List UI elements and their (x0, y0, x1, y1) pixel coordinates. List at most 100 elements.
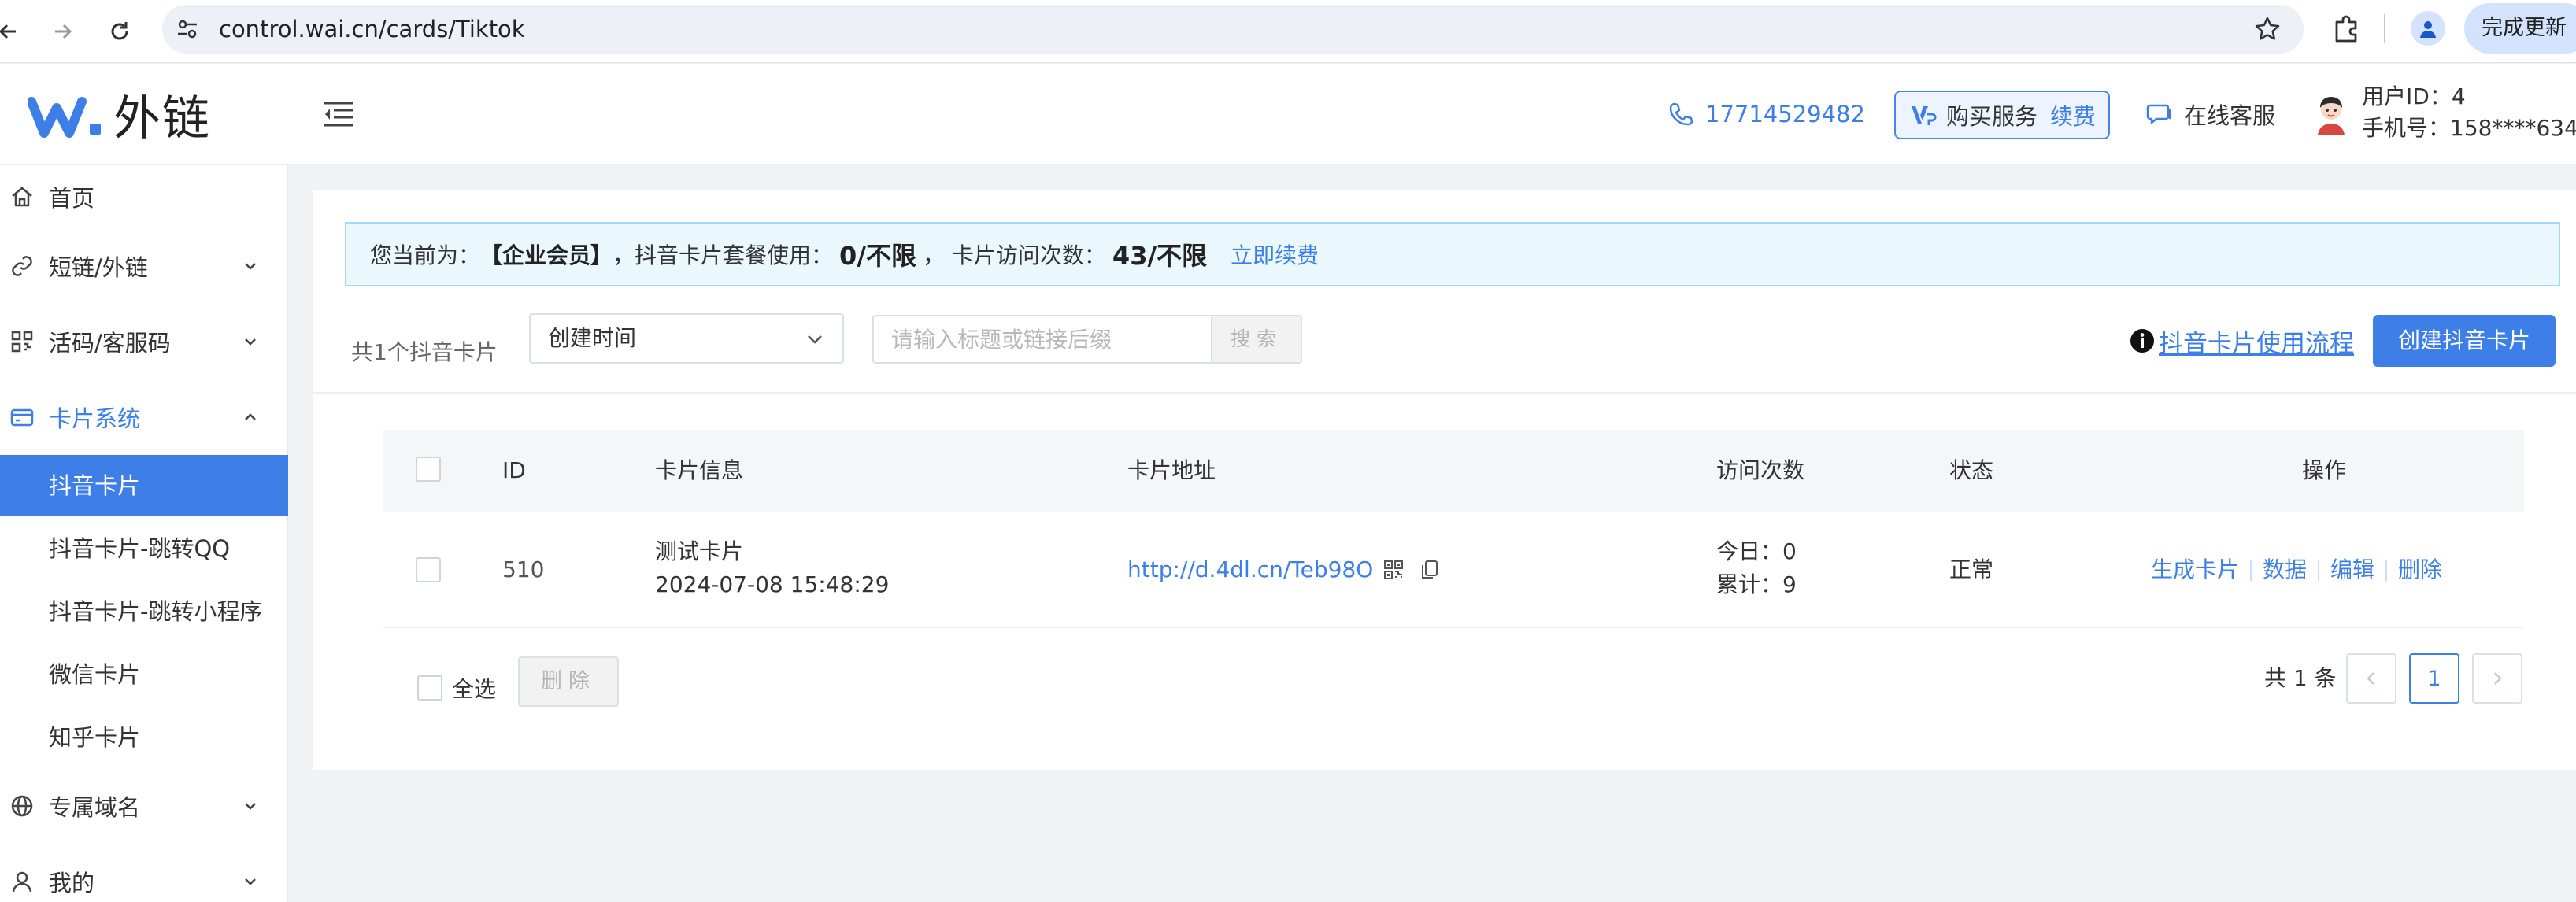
reload-icon (111, 22, 128, 40)
select-all-checkbox[interactable] (417, 675, 442, 701)
col-info: 卡片信息 (655, 457, 744, 483)
logo[interactable]: 外链 (28, 86, 211, 146)
data-link[interactable]: 数据 (2263, 556, 2307, 582)
sidebar-sub-tiktok-miniprogram[interactable]: 抖音卡片-跳转小程序 (0, 581, 288, 642)
generate-card-link[interactable]: 生成卡片 (2151, 556, 2239, 582)
online-service-label: 在线客服 (2184, 102, 2276, 129)
usage-flow-label: 抖音卡片使用流程 (2159, 329, 2354, 358)
next-page-button[interactable] (2472, 653, 2522, 704)
renew-label: 续费 (2050, 103, 2097, 130)
reload-button[interactable] (101, 13, 139, 50)
forward-button[interactable] (44, 13, 82, 50)
sort-select[interactable]: 创建时间 (529, 313, 844, 364)
user-avatar-icon[interactable] (2313, 94, 2349, 135)
sidebar-item-mine[interactable]: 我的 (0, 850, 288, 902)
chat-bubble-icon (2146, 104, 2171, 124)
sidebar-item-shortlink[interactable]: 短链/外链 (0, 235, 288, 298)
search-input[interactable] (872, 315, 1211, 364)
vip-icon (1912, 106, 1937, 125)
qrcode-grid-icon (11, 331, 33, 353)
home-icon (12, 187, 32, 207)
row-status: 正常 (1949, 556, 1994, 582)
sidebar-sub-tiktok-card[interactable]: 抖音卡片 (0, 455, 288, 516)
op-separator (2250, 560, 2252, 581)
sidebar-sub-tiktok-qq[interactable]: 抖音卡片-跳转QQ (0, 518, 288, 579)
table-row: 510 测试卡片 2024-07-08 15:48:29 http://d.4d… (383, 512, 2524, 628)
col-address: 卡片地址 (1127, 457, 1216, 483)
link-icon (12, 256, 32, 276)
chevron-up-icon (245, 413, 256, 420)
user-phone: 手机号：158****6348 (2362, 115, 2576, 141)
sidebar-item-cards[interactable]: 卡片系统 (0, 386, 288, 449)
logo-text: 外链 (113, 91, 211, 146)
update-button[interactable]: 完成更新 (2464, 3, 2576, 54)
notice-level: 【企业会员】 (480, 242, 613, 268)
row-visits-total: 累计：9 (1716, 571, 1797, 597)
sidebar-sub-wechat-card[interactable]: 微信卡片 (0, 644, 288, 705)
chevron-right-icon (2494, 672, 2502, 685)
sidebar-shortlink-label: 短链/外链 (49, 254, 148, 281)
info-icon (2130, 329, 2154, 353)
site-settings-icon[interactable] (173, 15, 202, 43)
search-button[interactable]: 搜索 (1211, 315, 1302, 364)
bulk-delete-button[interactable]: 删除 (518, 656, 619, 707)
sidebar-mine-label: 我的 (49, 870, 95, 896)
page-1-button[interactable]: 1 (2409, 653, 2459, 704)
phone-icon (1669, 102, 1693, 126)
chevron-left-icon (2367, 672, 2374, 685)
notice-visits-label: ， 卡片访问次数： (923, 242, 1106, 268)
card-count: 共1个抖音卡片 (351, 339, 498, 365)
row-id: 510 (502, 556, 545, 582)
sidebar-cards-label: 卡片系统 (49, 405, 141, 432)
total-count: 共 1 条 (2264, 665, 2337, 691)
renew-now-link[interactable]: 立即续费 (1231, 238, 1319, 270)
sidebar-sub-zhihu-card[interactable]: 知乎卡片 (0, 707, 288, 768)
row-visits-today: 今日：0 (1716, 538, 1797, 564)
copy-icon[interactable] (1419, 559, 1441, 581)
sidebar-item-home[interactable]: 首页 (0, 165, 288, 228)
online-service[interactable]: 在线客服 (2146, 95, 2275, 133)
qrcode-icon[interactable] (1382, 559, 1405, 581)
back-button[interactable] (0, 13, 27, 50)
menu-collapse-icon[interactable] (321, 97, 356, 131)
membership-notice: 您当前为： 【企业会员】 ，抖音卡片套餐使用： 0/不限 ， 卡片访问次数： 4… (345, 222, 2560, 286)
profile-button[interactable] (2411, 11, 2445, 46)
card-icon (10, 408, 34, 427)
row-visits: 今日：0 累计：9 (1716, 535, 1797, 601)
notice-usage-label: ，抖音卡片套餐使用： (613, 242, 834, 268)
sidebar-item-domain[interactable]: 专属域名 (0, 774, 288, 837)
arrow-left-icon (0, 24, 16, 39)
header-checkbox[interactable] (416, 457, 441, 482)
chevron-down-icon (245, 263, 256, 270)
buy-service-label: 购买服务 (1946, 103, 2038, 130)
sidebar-home-label: 首页 (49, 185, 95, 212)
extensions-icon[interactable] (2329, 11, 2363, 46)
main-content: 您当前为： 【企业会员】 ，抖音卡片套餐使用： 0/不限 ， 卡片访问次数： 4… (313, 190, 2576, 770)
col-id: ID (502, 457, 526, 483)
row-url-link[interactable]: http://d.4dl.cn/Teb98O (1127, 553, 1373, 586)
phone-number: 17714529482 (1705, 101, 1865, 128)
sidebar-livecode-label: 活码/客服码 (49, 330, 171, 357)
create-card-button[interactable]: 创建抖音卡片 (2373, 315, 2556, 367)
bookmark-star-icon[interactable] (2253, 15, 2282, 43)
buy-service-button[interactable]: 购买服务 续费 (1894, 91, 2110, 139)
prev-page-button[interactable] (2346, 653, 2396, 704)
op-separator (2318, 560, 2320, 581)
col-status: 状态 (1949, 457, 1994, 483)
sidebar-item-livecode[interactable]: 活码/客服码 (0, 310, 288, 373)
col-visits: 访问次数 (1716, 457, 1805, 483)
notice-prefix: 您当前为： (370, 242, 481, 268)
globe-icon (11, 795, 33, 817)
address-bar[interactable]: control.wai.cn/cards/Tiktok (162, 5, 2304, 54)
notice-usage-value: 0/不限 (839, 241, 917, 271)
browser-toolbar: control.wai.cn/cards/Tiktok 完成更新 (0, 0, 2576, 63)
contact-phone[interactable]: 17714529482 (1667, 95, 1865, 133)
row-url-cell: http://d.4dl.cn/Teb98O (1127, 553, 1441, 586)
delete-link[interactable]: 删除 (2398, 556, 2442, 582)
user-id: 用户ID：4 (2362, 83, 2466, 109)
row-checkbox[interactable] (416, 557, 441, 582)
logo-w-icon (28, 97, 101, 138)
row-info: 测试卡片 2024-07-08 15:48:29 (655, 535, 889, 601)
usage-flow-link[interactable]: 抖音卡片使用流程 (2129, 321, 2354, 360)
edit-link[interactable]: 编辑 (2330, 556, 2374, 582)
